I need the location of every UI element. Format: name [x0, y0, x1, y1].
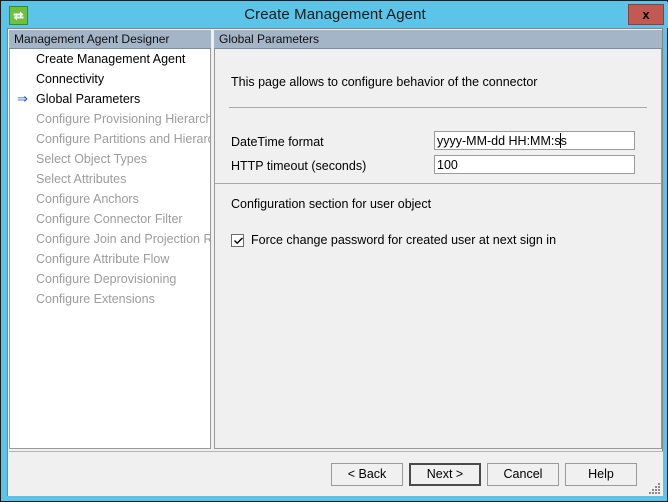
main-panel-header: Global Parameters — [214, 30, 662, 49]
dialog-client-area: Management Agent Designer Create Managem… — [7, 28, 663, 496]
sidebar-item-connectivity[interactable]: Connectivity — [10, 69, 210, 89]
sidebar-item-global-parameters[interactable]: ⇒Global Parameters — [10, 89, 210, 109]
main-panel: Global Parameters This page allows to co… — [214, 30, 662, 449]
sidebar-item-select-attributes: Select Attributes — [10, 169, 210, 189]
sidebar-item-configure-deprovisioning: Configure Deprovisioning — [10, 269, 210, 289]
sidebar-item-label: Configure Extensions — [36, 292, 155, 306]
title-bar: Create Management Agent x — [2, 2, 668, 28]
sidebar-item-label: Global Parameters — [36, 92, 140, 106]
sidebar-item-label: Configure Connector Filter — [36, 212, 183, 226]
sidebar-item-label: Configure Deprovisioning — [36, 272, 176, 286]
sidebar-item-configure-provisioning-hierarchy: Configure Provisioning Hierarchy — [10, 109, 210, 129]
page-description: This page allows to configure behavior o… — [231, 75, 537, 89]
resize-grip-icon[interactable] — [647, 481, 661, 495]
sidebar-header: Management Agent Designer — [9, 30, 211, 49]
sidebar-item-label: Select Object Types — [36, 152, 147, 166]
sidebar-item-label: Configure Attribute Flow — [36, 252, 169, 266]
text-caret — [560, 133, 561, 148]
sidebar-item-configure-connector-filter: Configure Connector Filter — [10, 209, 210, 229]
sidebar-item-label: Create Management Agent — [36, 52, 185, 66]
sidebar-item-configure-join-and-projection-rules: Configure Join and Projection Rules — [10, 229, 210, 249]
sidebar-item-label: Configure Anchors — [36, 192, 139, 206]
dialog-window: Create Management Agent x Management Age… — [0, 0, 668, 502]
force-change-password-label: Force change password for created user a… — [251, 233, 556, 248]
button-bar-divider — [9, 451, 663, 452]
http-timeout-label: HTTP timeout (seconds) — [231, 159, 366, 173]
current-step-arrow-icon: ⇒ — [17, 89, 33, 109]
section-divider-bottom — [215, 183, 661, 184]
sidebar: Management Agent Designer Create Managem… — [9, 30, 211, 449]
sidebar-item-configure-attribute-flow: Configure Attribute Flow — [10, 249, 210, 269]
main-panel-body: This page allows to configure behavior o… — [214, 49, 662, 449]
sidebar-item-label: Select Attributes — [36, 172, 126, 186]
datetime-format-input[interactable] — [434, 131, 635, 150]
sidebar-item-select-object-types: Select Object Types — [10, 149, 210, 169]
cancel-button[interactable]: Cancel — [487, 463, 559, 486]
sidebar-item-label: Configure Join and Projection Rules — [36, 232, 211, 246]
dialog-button-bar: < Back Next > Cancel Help — [9, 451, 663, 496]
sidebar-item-label: Connectivity — [36, 72, 104, 86]
sidebar-step-list[interactable]: Create Management AgentConnectivity⇒Glob… — [9, 49, 211, 449]
close-button[interactable]: x — [628, 4, 664, 25]
config-section-label: Configuration section for user object — [231, 197, 431, 211]
checkbox-box[interactable] — [231, 234, 244, 247]
window-title: Create Management Agent — [2, 2, 668, 28]
sidebar-item-create-management-agent[interactable]: Create Management Agent — [10, 49, 210, 69]
sidebar-item-configure-partitions-and-hierarchies: Configure Partitions and Hierarchies — [10, 129, 210, 149]
sidebar-item-label: Configure Partitions and Hierarchies — [36, 132, 211, 146]
check-icon — [233, 236, 244, 247]
help-button[interactable]: Help — [565, 463, 637, 486]
back-button[interactable]: < Back — [331, 463, 403, 486]
section-divider-top — [229, 107, 647, 108]
sidebar-item-label: Configure Provisioning Hierarchy — [36, 112, 211, 126]
http-timeout-input[interactable] — [434, 155, 635, 174]
next-button[interactable]: Next > — [409, 463, 481, 486]
sidebar-item-configure-extensions: Configure Extensions — [10, 289, 210, 309]
sidebar-item-configure-anchors: Configure Anchors — [10, 189, 210, 209]
datetime-format-label: DateTime format — [231, 135, 324, 149]
